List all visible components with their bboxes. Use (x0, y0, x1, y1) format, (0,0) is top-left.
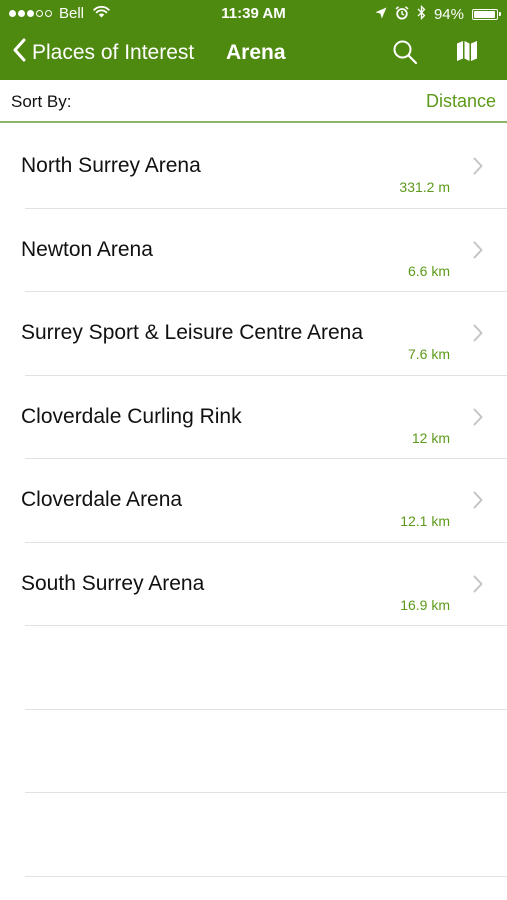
back-button-label: Places of Interest (32, 41, 195, 64)
bluetooth-icon (417, 4, 426, 24)
list-item[interactable]: Cloverdale Arena 12.1 km (0, 459, 507, 543)
nav-bar: Places of Interest Arena (0, 28, 507, 80)
sort-bar: Sort By: Distance (0, 80, 507, 123)
places-list: North Surrey Arena 331.2 m Newton Arena 6.6… (0, 125, 507, 877)
place-name: Cloverdale Arena (21, 488, 183, 511)
place-distance: 16.9 km (400, 596, 450, 613)
search-button[interactable] (392, 39, 420, 67)
empty-row (0, 626, 507, 710)
place-name: Cloverdale Curling Rink (21, 404, 242, 428)
battery-icon (472, 9, 501, 20)
status-bar: Bell 11:39 AM 94% (0, 0, 507, 28)
place-distance: 12.1 km (400, 513, 450, 529)
list-item[interactable]: Newton Arena 6.6 km (0, 209, 507, 293)
place-name: Surrey Sport & Leisure Centre Arena (21, 321, 364, 344)
place-name: Newton Arena (21, 237, 153, 261)
chevron-right-icon (473, 157, 483, 175)
battery-percent: 94% (433, 6, 464, 23)
location-arrow-icon (375, 6, 387, 23)
map-icon (457, 41, 477, 61)
place-distance: 7.6 km (407, 346, 450, 362)
chevron-left-icon (12, 38, 26, 68)
chevron-right-icon (473, 241, 483, 258)
list-item[interactable]: Cloverdale Curling Rink 12 km (0, 376, 507, 460)
map-button[interactable] (455, 39, 483, 67)
header: Bell 11:39 AM 94% Places of Interest Are… (0, 0, 507, 80)
list-item[interactable]: South Surrey Arena 16.9 km (0, 543, 507, 627)
list-item[interactable]: Surrey Sport & Leisure Centre Arena 7.6 k… (0, 292, 507, 376)
search-icon (393, 40, 418, 65)
place-distance: 6.6 km (407, 262, 450, 279)
chevron-right-icon (473, 408, 483, 425)
battery-level (474, 11, 495, 18)
alarm-icon (395, 5, 409, 24)
place-name: North Surrey Arena (21, 154, 201, 177)
list-item[interactable]: North Surrey Arena 331.2 m (0, 125, 507, 209)
chevron-right-icon (473, 491, 483, 509)
chevron-right-icon (473, 324, 483, 342)
screen: Bell 11:39 AM 94% Places of Interest Are… (0, 0, 507, 900)
place-name: South Surrey Arena (21, 571, 205, 595)
chevron-right-icon (473, 575, 483, 592)
sort-option-button[interactable]: Distance (426, 91, 496, 112)
page-title: Arena (226, 41, 286, 64)
back-button[interactable]: Places of Interest (12, 38, 194, 68)
status-right: 94% (375, 4, 501, 24)
sort-label: Sort By: (11, 92, 72, 111)
place-distance: 331.2 m (399, 179, 450, 195)
empty-row (0, 710, 507, 794)
place-distance: 12 km (411, 429, 450, 446)
empty-row (0, 793, 507, 877)
